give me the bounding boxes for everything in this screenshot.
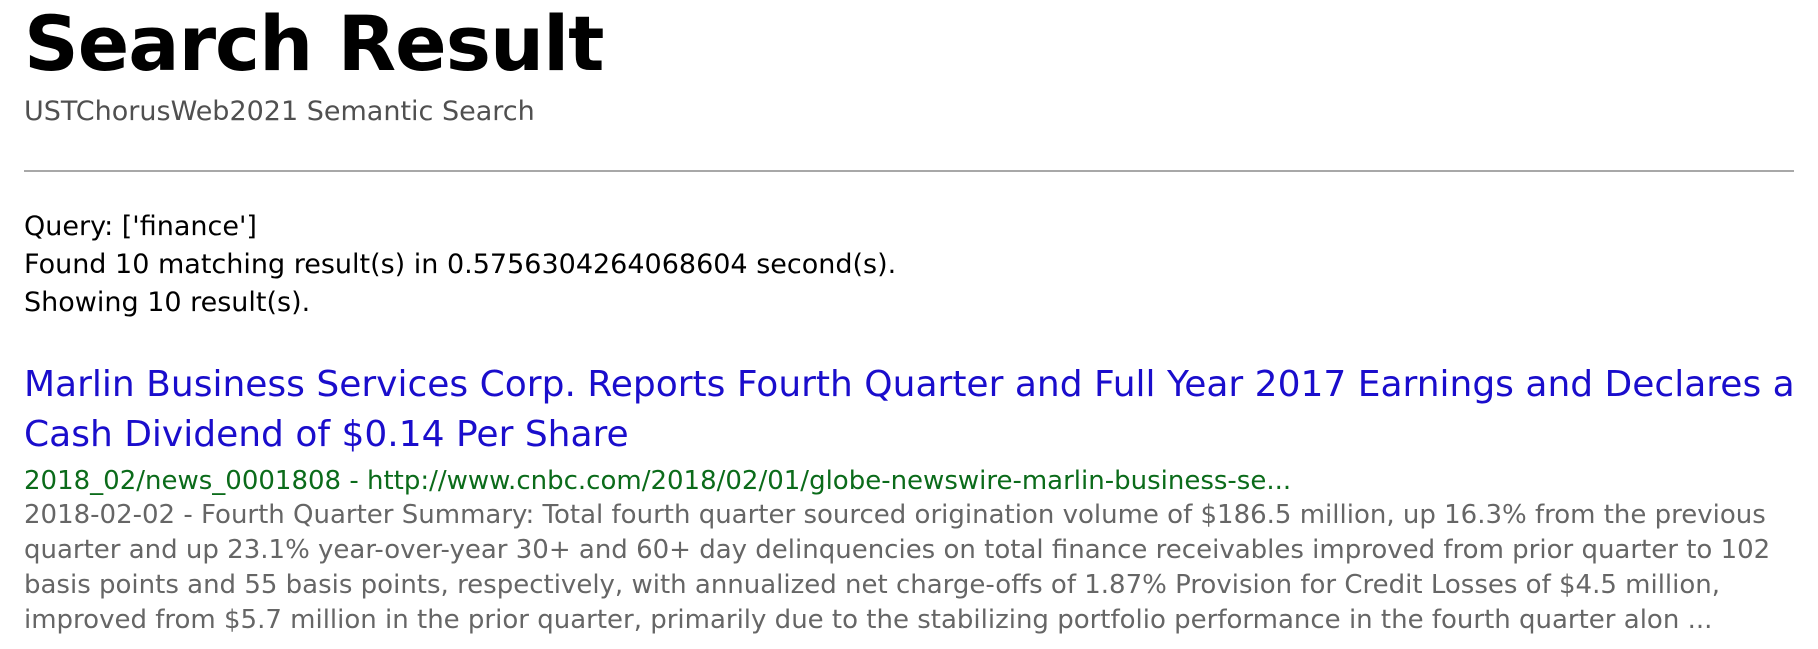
search-result-page: Search Result USTChorusWeb2021 Semantic …: [0, 0, 1818, 649]
query-text: Query: ['finance']: [24, 211, 257, 242]
header-divider: [24, 170, 1794, 172]
found-count-text: Found 10 matching result(s) in 0.5756304…: [24, 249, 897, 280]
result-title-link[interactable]: Marlin Business Services Corp. Reports F…: [24, 360, 1809, 460]
search-result-item: Marlin Business Services Corp. Reports F…: [24, 360, 1809, 638]
results-list: Marlin Business Services Corp. Reports F…: [24, 360, 1795, 638]
page-title: Search Result: [24, 0, 604, 88]
page-subtitle: USTChorusWeb2021 Semantic Search: [24, 96, 535, 127]
showing-count-text: Showing 10 result(s).: [24, 287, 311, 318]
result-url-link[interactable]: 2018_02/news_0001808 - http://www.cnbc.c…: [24, 464, 1809, 498]
query-info: Query: ['finance'] Found 10 matching res…: [24, 208, 1794, 322]
result-snippet: 2018-02-02 - Fourth Quarter Summary: Tot…: [24, 500, 1771, 635]
